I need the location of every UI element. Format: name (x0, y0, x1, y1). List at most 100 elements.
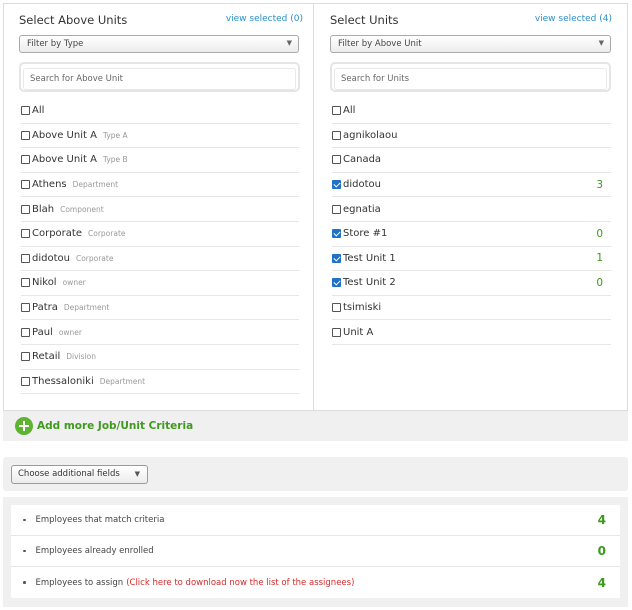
checkbox[interactable] (21, 180, 30, 190)
unit-row[interactable]: agnikolaou (332, 124, 611, 149)
unit-label: Test Unit 1 (343, 252, 396, 264)
unit-label: didotou (343, 179, 381, 191)
checkbox[interactable] (332, 303, 341, 313)
above-unit-row[interactable]: Patra Department (21, 296, 299, 321)
unit-employee-count: 1 (596, 252, 603, 265)
checkbox[interactable] (21, 327, 30, 337)
above-unit-label: Nikol (32, 277, 57, 289)
unit-row[interactable]: tsimiski (332, 296, 611, 321)
unit-employee-count: 3 (596, 178, 603, 191)
additional-fields-value: Choose additional fields (18, 469, 120, 479)
view-selected-units-link[interactable]: view selected (4) (535, 14, 612, 24)
above-unit-type: Division (66, 352, 96, 362)
filter-by-type-select[interactable]: Filter by Type ▼ (19, 35, 299, 53)
checkbox[interactable] (21, 303, 30, 313)
unit-label: egnatia (343, 203, 381, 215)
summary-label: Employees already enrolled (35, 546, 154, 556)
filter-by-above-unit-value: Filter by Above Unit (338, 39, 422, 49)
checkbox[interactable] (21, 130, 30, 140)
unit-label: Test Unit 2 (343, 277, 396, 289)
checkbox[interactable] (332, 106, 341, 116)
checkbox[interactable] (332, 155, 341, 165)
above-unit-row[interactable]: Above Unit A Type A (21, 124, 299, 149)
download-assignees-link[interactable]: (Click here to download now the list of … (126, 578, 354, 588)
unit-row[interactable]: Store #1 0 (332, 222, 611, 247)
units-list: All agnikolaou Canada didotou 3 egnatia Store … (332, 99, 611, 345)
bullet-icon (23, 549, 26, 553)
above-unit-row[interactable]: Nikol owner (21, 271, 299, 296)
above-unit-type: Department (99, 376, 146, 386)
unit-row[interactable]: Test Unit 2 0 (332, 271, 611, 296)
checkbox[interactable] (332, 327, 341, 337)
above-unit-label: didotou (32, 252, 70, 264)
above-unit-type: Type A (102, 130, 128, 140)
above-unit-row[interactable]: Thessaloniki Department (21, 370, 299, 395)
checkbox[interactable] (21, 352, 30, 362)
unit-label: All (343, 105, 356, 117)
above-unit-search-input[interactable] (23, 68, 296, 90)
add-criteria-button[interactable]: Add more Job/Unit Criteria (3, 411, 628, 441)
above-unit-row[interactable]: All (21, 99, 299, 124)
checkbox[interactable] (21, 204, 30, 214)
above-unit-row[interactable]: Above Unit A Type B (21, 148, 299, 173)
checkbox[interactable] (21, 229, 30, 239)
above-unit-row[interactable]: Corporate Corporate (21, 222, 299, 247)
unit-row[interactable]: didotou 3 (332, 173, 611, 198)
unit-row[interactable]: All (332, 99, 611, 124)
units-panel: Select Units view selected (4) Filter by… (314, 4, 627, 410)
chevron-down-icon: ▼ (286, 39, 292, 47)
chevron-down-icon: ▼ (598, 39, 604, 47)
chevron-down-icon: ▼ (134, 470, 140, 478)
above-unit-label: Paul (32, 326, 53, 338)
above-unit-type: Component (60, 204, 104, 214)
checkbox[interactable] (332, 229, 341, 239)
checkbox[interactable] (21, 253, 30, 263)
above-units-title: Select Above Units (19, 13, 128, 27)
above-unit-label: Retail (32, 351, 61, 363)
above-unit-label: Athens (32, 179, 67, 191)
checkbox[interactable] (332, 278, 341, 288)
summary-list: Employees that match criteria 4 Employees … (11, 505, 620, 598)
above-unit-row[interactable]: Blah Component (21, 197, 299, 222)
plus-circle-icon (15, 417, 33, 435)
summary-count: 4 (597, 575, 606, 590)
above-unit-type: Department (63, 303, 110, 313)
above-unit-label: All (32, 105, 45, 117)
additional-fields-select[interactable]: Choose additional fields ▼ (11, 465, 148, 484)
above-unit-label: Above Unit A (32, 129, 97, 141)
view-selected-above-units-link[interactable]: view selected (0) (226, 14, 303, 24)
unit-label: Canada (343, 154, 382, 166)
additional-fields-bar: Choose additional fields ▼ (3, 457, 628, 491)
unit-employee-count: 0 (596, 227, 603, 240)
unit-search-input[interactable] (334, 68, 607, 90)
unit-row[interactable]: Unit A (332, 320, 611, 345)
unit-row[interactable]: Test Unit 1 1 (332, 247, 611, 272)
checkbox[interactable] (332, 180, 341, 190)
above-unit-type: Corporate (75, 253, 114, 263)
summary-label: Employees to assign (35, 577, 124, 588)
above-unit-row[interactable]: Athens Department (21, 173, 299, 198)
bullet-icon (23, 518, 26, 522)
checkbox[interactable] (332, 253, 341, 263)
above-unit-row[interactable]: Retail Division (21, 345, 299, 370)
checkbox[interactable] (332, 130, 341, 140)
above-units-list: All Above Unit A Type A Above Unit A Type BA… (21, 99, 299, 395)
summary-row: Employees that match criteria 4 (11, 505, 620, 536)
above-unit-type: Department (72, 180, 119, 190)
checkbox[interactable] (21, 376, 30, 386)
checkbox[interactable] (332, 204, 341, 214)
above-unit-row[interactable]: Paul owner (21, 320, 299, 345)
above-unit-label: Corporate (32, 228, 82, 240)
unit-row[interactable]: egnatia (332, 197, 611, 222)
units-title: Select Units (330, 13, 399, 27)
above-unit-search-wrap (19, 62, 300, 92)
summary-row: Employees to assign (Click here to downlo… (11, 567, 620, 598)
checkbox[interactable] (21, 278, 30, 288)
filter-by-above-unit-select[interactable]: Filter by Above Unit ▼ (330, 35, 611, 53)
unit-search-wrap (330, 62, 611, 92)
above-unit-row[interactable]: didotou Corporate (21, 247, 299, 272)
unit-row[interactable]: Canada (332, 148, 611, 173)
checkbox[interactable] (21, 155, 30, 165)
bullet-icon (23, 581, 26, 584)
checkbox[interactable] (21, 106, 30, 116)
